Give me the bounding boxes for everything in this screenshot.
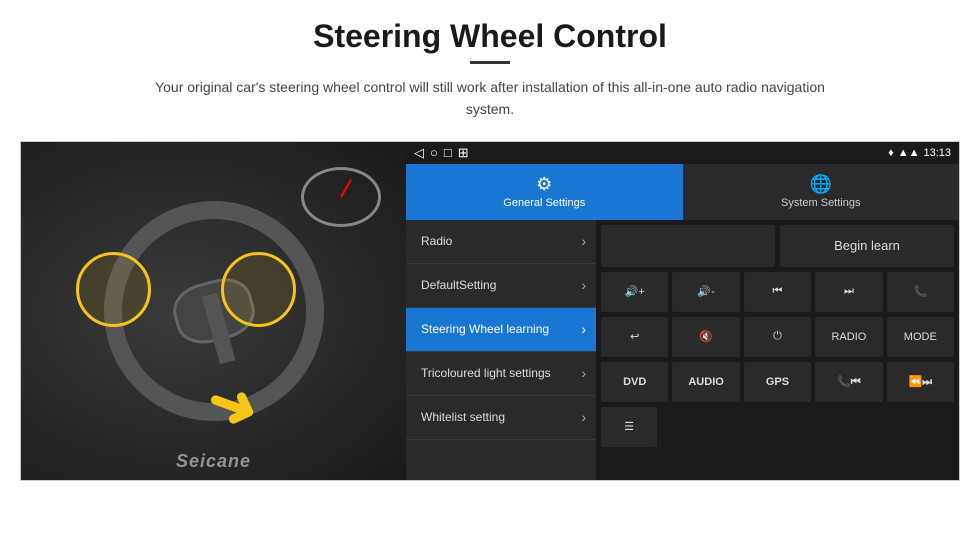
nav-grid-icon[interactable]: ⊞ <box>458 145 469 161</box>
prev-icon: ⏮ <box>773 285 783 298</box>
fn-call-prev[interactable]: 📞⏮ <box>815 362 882 402</box>
tab-general-settings[interactable]: ⚙ General Settings <box>406 164 683 220</box>
menu-item-radio[interactable]: Radio › <box>406 220 596 264</box>
page-header: Steering Wheel Control Your original car… <box>0 0 980 131</box>
seicane-watermark: Seicane <box>176 451 251 472</box>
fn-prev[interactable]: ⏮ <box>744 272 811 312</box>
menu-steering-chevron: › <box>581 321 586 337</box>
right-content: Begin learn 🔊+ 🔊- ⏮ ⏭ <box>596 220 959 480</box>
next-icon: ⏭ <box>844 285 854 298</box>
fn-menu[interactable]: ☰ <box>601 407 657 447</box>
page-title: Steering Wheel Control <box>40 18 940 55</box>
status-right: ♦ ▲▲ 13:13 <box>888 147 951 159</box>
menu-whitelist-label: Whitelist setting <box>421 410 505 424</box>
steering-wheel-image: ➜ Seicane <box>21 142 406 480</box>
menu-default-label: DefaultSetting <box>421 278 496 292</box>
nav-home-icon[interactable]: ○ <box>430 145 438 161</box>
call-icon: 📞 <box>913 285 927 298</box>
steering-bg: ➜ Seicane <box>21 142 406 480</box>
nav-recents-icon[interactable]: □ <box>444 145 452 161</box>
fn-radio[interactable]: RADIO <box>815 317 882 357</box>
system-settings-icon: 🌐 <box>810 174 832 195</box>
dashboard-indicator <box>301 167 381 227</box>
menu-item-default[interactable]: DefaultSetting › <box>406 264 596 308</box>
menu-icon: ☰ <box>624 420 634 433</box>
menu-steering-label: Steering Wheel learning <box>421 322 549 336</box>
menu-item-whitelist[interactable]: Whitelist setting › <box>406 396 596 440</box>
gps-label: GPS <box>766 376 789 388</box>
tab-general-label: General Settings <box>503 197 585 209</box>
menu-item-steering[interactable]: Steering Wheel learning › <box>406 308 596 352</box>
fn-back[interactable]: ↩ <box>601 317 668 357</box>
call-prev-icon: 📞⏮ <box>837 375 861 389</box>
power-icon: ⏻ <box>773 330 782 343</box>
fn-dvd[interactable]: DVD <box>601 362 668 402</box>
fn-power[interactable]: ⏻ <box>744 317 811 357</box>
begin-learn-button[interactable]: Begin learn <box>780 225 954 267</box>
menu-tricoloured-chevron: › <box>581 365 586 381</box>
nav-back-icon[interactable]: ◁ <box>414 145 424 161</box>
fn-call[interactable]: 📞 <box>887 272 954 312</box>
left-menu: Radio › DefaultSetting › Steering Wheel … <box>406 220 596 480</box>
highlight-circle-right <box>221 252 296 327</box>
fn-rewind-ff[interactable]: ⏪⏭ <box>887 362 954 402</box>
menu-radio-chevron: › <box>581 233 586 249</box>
tab-system-settings[interactable]: 🌐 System Settings <box>683 164 960 220</box>
location-icon: ♦ <box>888 147 894 159</box>
fn-gps[interactable]: GPS <box>744 362 811 402</box>
function-buttons-row4: ☰ <box>601 407 954 447</box>
blank-area <box>601 225 775 267</box>
menu-tricoloured-label: Tricoloured light settings <box>421 366 551 380</box>
tab-system-label: System Settings <box>781 197 860 209</box>
menu-whitelist-chevron: › <box>581 409 586 425</box>
content-area: Radio › DefaultSetting › Steering Wheel … <box>406 220 959 480</box>
general-settings-icon: ⚙ <box>536 174 552 195</box>
mute-icon: 🔇 <box>699 330 713 343</box>
audio-label: AUDIO <box>688 376 723 388</box>
function-buttons-row1: 🔊+ 🔊- ⏮ ⏭ 📞 <box>601 272 954 312</box>
fn-vol-up[interactable]: 🔊+ <box>601 272 668 312</box>
fn-mute[interactable]: 🔇 <box>672 317 739 357</box>
rewind-ff-icon: ⏪⏭ <box>908 375 932 389</box>
main-content: ➜ Seicane ◁ ○ □ ⊞ ♦ ▲▲ 13:13 ⚙ General <box>20 141 960 481</box>
menu-radio-label: Radio <box>421 234 452 248</box>
function-buttons-row3: DVD AUDIO GPS 📞⏮ ⏪⏭ <box>601 362 954 402</box>
fn-audio[interactable]: AUDIO <box>672 362 739 402</box>
dvd-label: DVD <box>623 376 646 388</box>
page-subtitle: Your original car's steering wheel contr… <box>140 76 840 121</box>
android-panel: ◁ ○ □ ⊞ ♦ ▲▲ 13:13 ⚙ General Settings 🌐 … <box>406 142 959 480</box>
mode-label: MODE <box>904 331 937 343</box>
top-tabs: ⚙ General Settings 🌐 System Settings <box>406 164 959 220</box>
highlight-circle-left <box>76 252 151 327</box>
signal-icon: ▲▲ <box>898 147 920 159</box>
dash-needle <box>340 179 352 197</box>
function-buttons-row2: ↩ 🔇 ⏻ RADIO MODE <box>601 317 954 357</box>
radio-label: RADIO <box>831 331 866 343</box>
status-bar: ◁ ○ □ ⊞ ♦ ▲▲ 13:13 <box>406 142 959 164</box>
menu-item-tricoloured[interactable]: Tricoloured light settings › <box>406 352 596 396</box>
vol-up-icon: 🔊+ <box>625 285 645 298</box>
vol-down-icon: 🔊- <box>697 285 714 298</box>
title-divider <box>470 61 510 64</box>
fn-next[interactable]: ⏭ <box>815 272 882 312</box>
fn-mode[interactable]: MODE <box>887 317 954 357</box>
row-begin-learn: Begin learn <box>601 225 954 267</box>
fn-vol-down[interactable]: 🔊- <box>672 272 739 312</box>
menu-default-chevron: › <box>581 277 586 293</box>
clock: 13:13 <box>923 147 951 159</box>
nav-buttons: ◁ ○ □ ⊞ <box>414 145 469 161</box>
back-icon: ↩ <box>630 330 639 343</box>
